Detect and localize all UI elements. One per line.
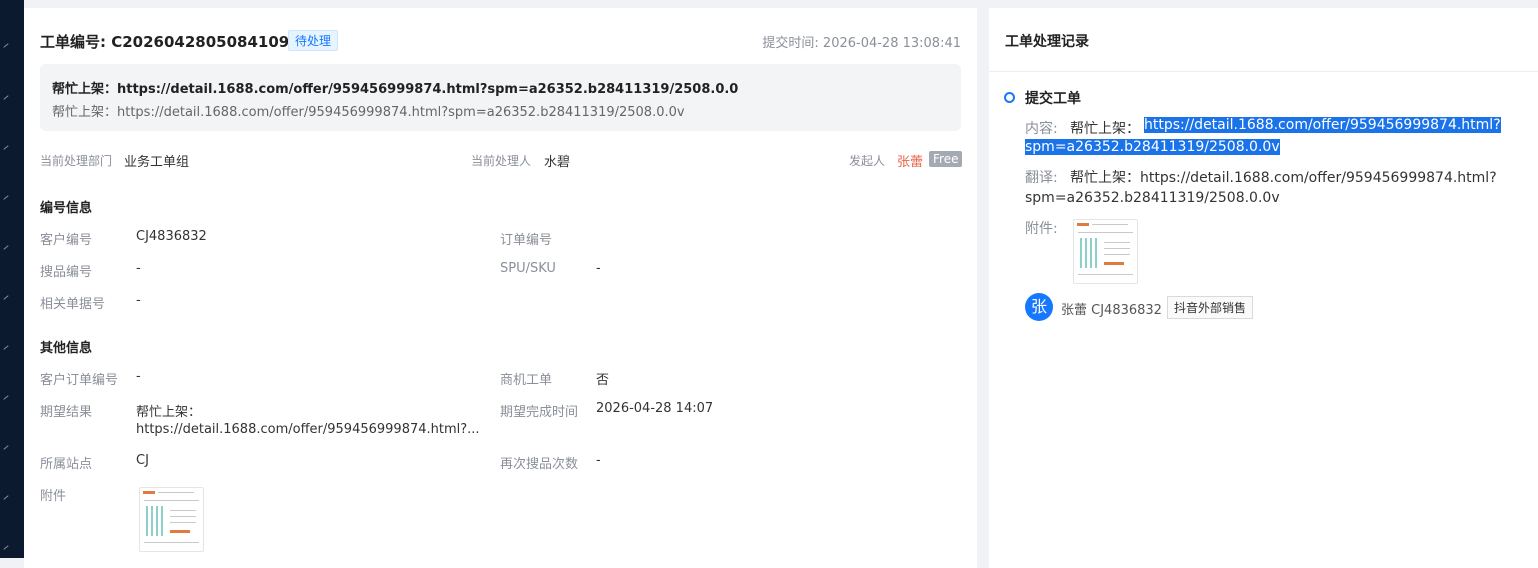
submit-time: 提交时间: 2026-04-28 13:08:41 xyxy=(762,36,961,51)
record-user: 张蕾 CJ4836832 xyxy=(1061,303,1162,318)
content-line-primary: 帮忙上架：https://detail.1688.com/offer/95945… xyxy=(52,82,739,97)
translate-line1: 帮忙上架：https://detail.1688.com/offer/95945… xyxy=(1070,170,1497,186)
user-role-tag: 抖音外部销售 xyxy=(1167,296,1254,319)
expect-result-line1: 帮忙上架： xyxy=(136,405,202,420)
biz-ticket-value: 否 xyxy=(596,373,610,388)
expect-time-label: 期望完成时间 xyxy=(500,405,579,420)
expect-result-label: 期望结果 xyxy=(40,405,93,420)
customer-order-no-label: 客户订单编号 xyxy=(40,373,119,388)
nav-chevron-icon[interactable] xyxy=(3,43,9,48)
avatar: 张 xyxy=(1025,293,1053,321)
translate-label: 翻译: xyxy=(1025,170,1058,186)
nav-chevron-icon[interactable] xyxy=(3,545,9,550)
spu-sku-value: - xyxy=(596,261,601,276)
customer-no-label: 客户编号 xyxy=(40,233,93,248)
spu-sku-label: SPU/SKU xyxy=(500,261,556,276)
translate-line2: spm=a26352.b28411319/2508.0.0v xyxy=(1025,190,1280,206)
number-info-title: 编号信息 xyxy=(40,201,93,216)
dept-value: 业务工单组 xyxy=(124,155,190,170)
site-value: CJ xyxy=(136,453,149,468)
record-attachment-thumbnail[interactable] xyxy=(1073,219,1138,284)
research-count-value: - xyxy=(596,453,601,468)
ticket-number: 工单编号: C202604280508410921 xyxy=(40,31,310,52)
divider xyxy=(989,71,1538,72)
research-count-label: 再次搜品次数 xyxy=(500,457,579,472)
expect-result-line2: https://detail.1688.com/offer/9594569998… xyxy=(136,422,480,437)
attachment-thumbnail[interactable] xyxy=(139,487,204,552)
nav-chevron-icon[interactable] xyxy=(3,95,9,100)
customer-no-value: CJ4836832 xyxy=(136,229,207,244)
search-no-value: - xyxy=(136,261,141,276)
related-no-label: 相关单据号 xyxy=(40,297,106,312)
order-no-label: 订单编号 xyxy=(500,233,553,248)
nav-chevron-icon[interactable] xyxy=(3,195,9,200)
nav-chevron-icon[interactable] xyxy=(3,395,9,400)
record-attachment-label: 附件: xyxy=(1025,221,1058,237)
customer-order-no-value: - xyxy=(136,369,141,384)
biz-ticket-label: 商机工单 xyxy=(500,373,553,388)
step-title: 提交工单 xyxy=(1025,91,1081,107)
content-box: 帮忙上架：https://detail.1688.com/offer/95945… xyxy=(40,64,961,131)
nav-chevron-icon[interactable] xyxy=(3,295,9,300)
ticket-number-value: C202604280508410921 xyxy=(111,33,311,51)
search-no-label: 搜品编号 xyxy=(40,265,93,280)
content-link-line2[interactable]: spm=a26352.b28411319/2508.0.0v xyxy=(1025,139,1280,155)
site-label: 所属站点 xyxy=(40,457,93,472)
ticket-detail-panel: 工单编号: C202604280508410921 待处理 提交时间: 2026… xyxy=(24,8,977,568)
process-record-panel: 工单处理记录 提交工单 内容: 帮忙上架： https://detail.168… xyxy=(989,8,1538,568)
content-label: 内容: xyxy=(1025,121,1058,137)
timeline-dot-icon xyxy=(1004,92,1015,103)
plan-badge: Free xyxy=(929,151,963,167)
ticket-number-label: 工单编号: xyxy=(40,33,106,51)
nav-chevron-icon[interactable] xyxy=(3,245,9,250)
expect-time-value: 2026-04-28 14:07 xyxy=(596,401,714,416)
nav-chevron-icon[interactable] xyxy=(3,345,9,350)
handler-label: 当前处理人 xyxy=(471,154,532,168)
content-prefix: 帮忙上架： xyxy=(1070,121,1140,137)
related-no-value: - xyxy=(136,293,141,308)
content-link-line1[interactable]: https://detail.1688.com/offer/9594569998… xyxy=(1144,117,1501,133)
handler-value: 水碧 xyxy=(544,155,571,170)
side-nav xyxy=(0,0,24,558)
content-line-secondary: 帮忙上架：https://detail.1688.com/offer/95945… xyxy=(52,105,685,120)
status-badge: 待处理 xyxy=(288,30,339,51)
nav-chevron-icon[interactable] xyxy=(3,145,9,150)
attachment-label: 附件 xyxy=(40,489,67,504)
dept-label: 当前处理部门 xyxy=(40,154,113,168)
initiator-value[interactable]: 张蕾 xyxy=(897,151,923,170)
record-title: 工单处理记录 xyxy=(1005,34,1089,50)
nav-chevron-icon[interactable] xyxy=(3,445,9,450)
initiator-label: 发起人 xyxy=(849,154,886,168)
nav-chevron-icon[interactable] xyxy=(3,495,9,500)
other-info-title: 其他信息 xyxy=(40,341,93,356)
